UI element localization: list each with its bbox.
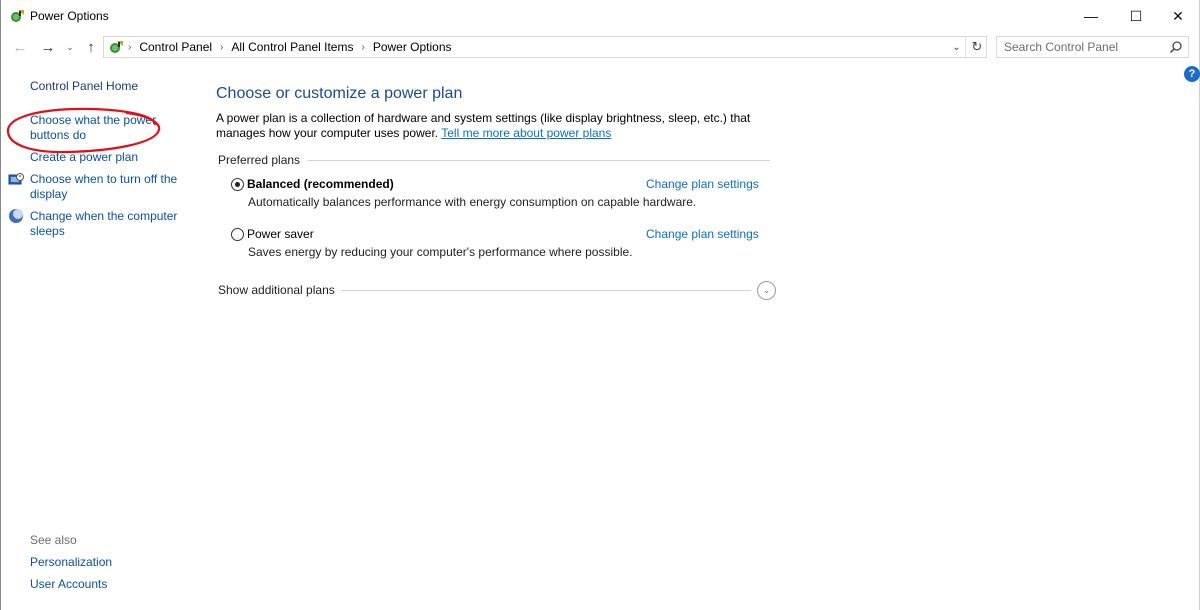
balanced-plan-name[interactable]: Balanced (recommended)	[247, 177, 394, 191]
breadcrumb-separator-icon[interactable]: ›	[128, 42, 131, 53]
refresh-icon[interactable]: ↻	[968, 37, 986, 57]
learn-more-link[interactable]: Tell me more about power plans	[441, 126, 611, 140]
sidebar-item-user-accounts[interactable]: User Accounts	[30, 577, 107, 592]
display-clock-icon	[8, 173, 24, 185]
balanced-radio-button[interactable]	[231, 178, 244, 191]
window-title: Power Options	[30, 9, 109, 23]
breadcrumb-separator-icon[interactable]: ›	[361, 42, 364, 53]
search-box[interactable]	[996, 36, 1189, 58]
up-arrow-icon[interactable]: ↑	[82, 36, 100, 58]
breadcrumb-separator-icon[interactable]: ›	[220, 42, 223, 53]
title-bar: Power Options — ☐ ✕	[1, 0, 1199, 32]
sleep-moon-icon	[9, 209, 23, 223]
address-dropdown-icon[interactable]: ⌄	[948, 37, 966, 57]
expand-chevron-icon[interactable]: ⌄	[757, 280, 776, 300]
section-divider	[308, 159, 770, 161]
breadcrumb-control-panel[interactable]: Control Panel	[139, 40, 212, 54]
maximize-button[interactable]: ☐	[1113, 0, 1159, 32]
help-icon[interactable]: ?	[1184, 66, 1200, 82]
close-button[interactable]: ✕	[1155, 0, 1200, 32]
navigation-bar: ← → ⌄ ↑ › Control Panel › All Control Pa…	[1, 32, 1199, 62]
power-options-app-icon	[11, 10, 24, 22]
preferred-plans-label: Preferred plans	[218, 153, 301, 167]
power-saver-plan-description: Saves energy by reducing your computer's…	[248, 245, 633, 259]
see-also-heading: See also	[30, 533, 77, 547]
sidebar-item-personalization[interactable]: Personalization	[30, 555, 112, 570]
section-divider	[340, 289, 751, 291]
power-saver-plan-name[interactable]: Power saver	[247, 227, 314, 241]
search-icon[interactable]	[1169, 40, 1183, 54]
breadcrumb-all-control-panel-items[interactable]: All Control Panel Items	[231, 40, 353, 54]
show-additional-plans-row[interactable]: Show additional plans ⌄	[218, 279, 776, 301]
minimize-button[interactable]: —	[1068, 0, 1114, 32]
recent-locations-chevron-icon[interactable]: ⌄	[64, 36, 76, 58]
balanced-plan-description: Automatically balances performance with …	[248, 195, 697, 209]
sidebar-item-turn-off-display[interactable]: Choose when to turn off the display	[30, 172, 190, 202]
sidebar-item-choose-power-buttons[interactable]: Choose what the power buttons do	[30, 113, 170, 143]
breadcrumb: › Control Panel › All Control Panel Item…	[128, 40, 452, 54]
control-panel-location-icon	[110, 41, 123, 53]
page-title: Choose or customize a power plan	[216, 85, 463, 102]
breadcrumb-power-options[interactable]: Power Options	[373, 40, 452, 54]
balanced-change-plan-settings-link[interactable]: Change plan settings	[646, 177, 759, 191]
show-additional-plans-label[interactable]: Show additional plans	[218, 283, 335, 297]
page-description: A power plan is a collection of hardware…	[216, 111, 776, 140]
back-arrow-icon[interactable]: ←	[10, 36, 30, 58]
sidebar-item-computer-sleeps[interactable]: Change when the computer sleeps	[30, 209, 190, 239]
power-options-window: Power Options — ☐ ✕ ← → ⌄ ↑ › Control Pa…	[0, 0, 1200, 610]
left-pane: Control Panel Home Choose what the power…	[1, 62, 201, 610]
power-saver-radio-button[interactable]	[231, 228, 244, 241]
sidebar-item-control-panel-home[interactable]: Control Panel Home	[30, 79, 138, 94]
search-input[interactable]	[997, 37, 1167, 57]
preferred-plans-header: Preferred plans	[218, 153, 770, 167]
power-saver-change-plan-settings-link[interactable]: Change plan settings	[646, 227, 759, 241]
forward-arrow-icon[interactable]: →	[38, 36, 58, 58]
address-bar[interactable]: › Control Panel › All Control Panel Item…	[103, 36, 987, 58]
sidebar-item-create-power-plan[interactable]: Create a power plan	[30, 150, 138, 165]
